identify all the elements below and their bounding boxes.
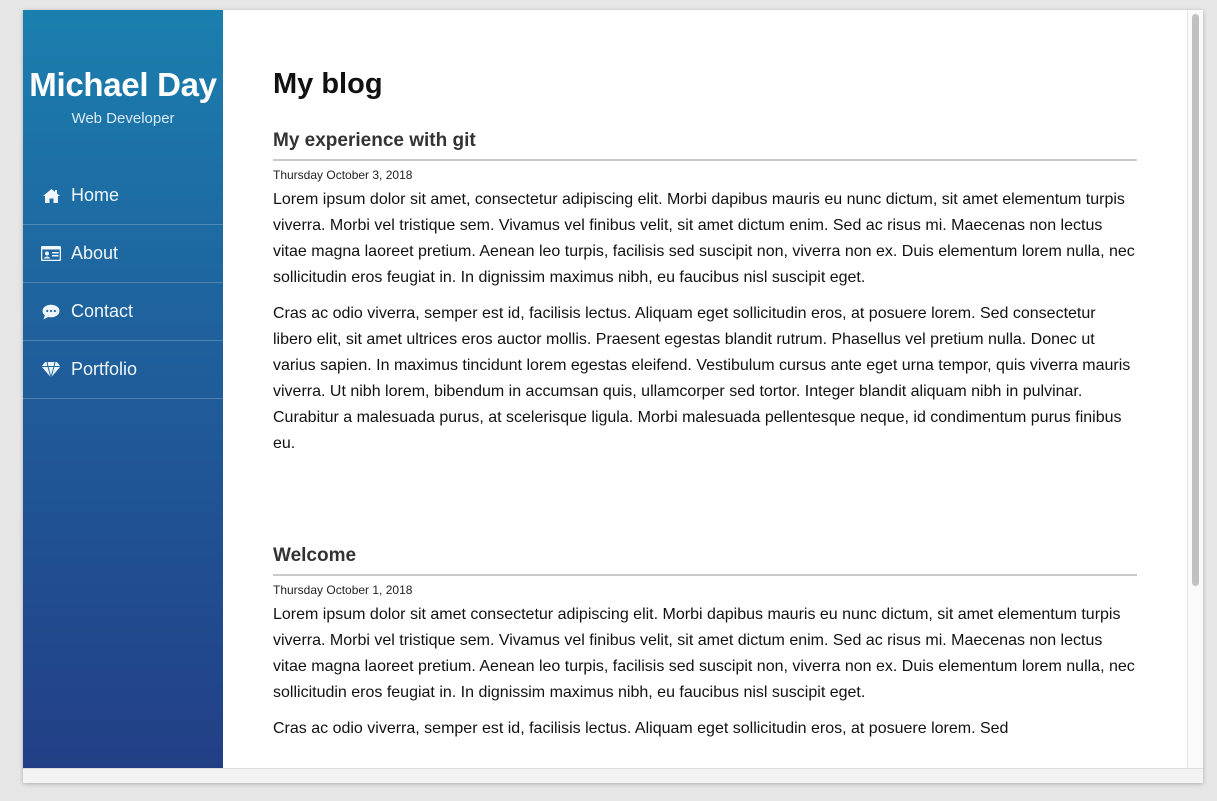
nav-item-portfolio[interactable]: Portfolio [23, 341, 223, 399]
sidebar-nav: Home About Contact Portfolio [23, 167, 223, 399]
nav-item-home[interactable]: Home [23, 167, 223, 225]
post-title[interactable]: My experience with git [273, 128, 1137, 159]
post-paragraph: Cras ac odio viverra, semper est id, fac… [273, 720, 1009, 737]
sidebar: Michael Day Web Developer Home About Con… [23, 10, 223, 768]
main-content: My blog My experience with git Thursday … [223, 10, 1187, 768]
horizontal-scrollbar[interactable] [23, 768, 1203, 783]
nav-item-label: Home [71, 185, 120, 205]
post-paragraph: Lorem ipsum dolor sit amet, consectetur … [273, 191, 1135, 286]
vertical-scrollbar[interactable] [1187, 10, 1203, 768]
nav-item-contact[interactable]: Contact [23, 283, 223, 341]
post-divider [273, 159, 1137, 161]
diamond-icon [41, 361, 61, 379]
blog-post: Welcome Thursday October 1, 2018 Lorem i… [273, 543, 1137, 752]
site-owner-name[interactable]: Michael Day [23, 66, 223, 104]
post-date: Thursday October 3, 2018 [273, 168, 413, 182]
nav-item-about[interactable]: About [23, 225, 223, 283]
home-icon [41, 187, 61, 205]
scrollbar-thumb[interactable] [1192, 14, 1199, 586]
blog-post: My experience with git Thursday October … [273, 128, 1137, 467]
nav-item-label: Contact [71, 301, 134, 321]
browser-window: Michael Day Web Developer Home About Con… [23, 10, 1203, 783]
post-paragraph: Lorem ipsum dolor sit amet consectetur a… [273, 606, 1135, 701]
post-title[interactable]: Welcome [273, 543, 1137, 574]
nav-item-label: Portfolio [71, 359, 138, 379]
site-owner-role: Web Developer [71, 110, 175, 127]
post-date: Thursday October 1, 2018 [273, 583, 413, 597]
id-card-icon [41, 245, 61, 263]
post-paragraph: Cras ac odio viverra, semper est id, fac… [273, 305, 1131, 452]
post-divider [273, 574, 1137, 576]
nav-item-label: About [71, 243, 119, 263]
chat-bubble-icon [41, 303, 61, 321]
page-title: My blog [273, 68, 383, 100]
